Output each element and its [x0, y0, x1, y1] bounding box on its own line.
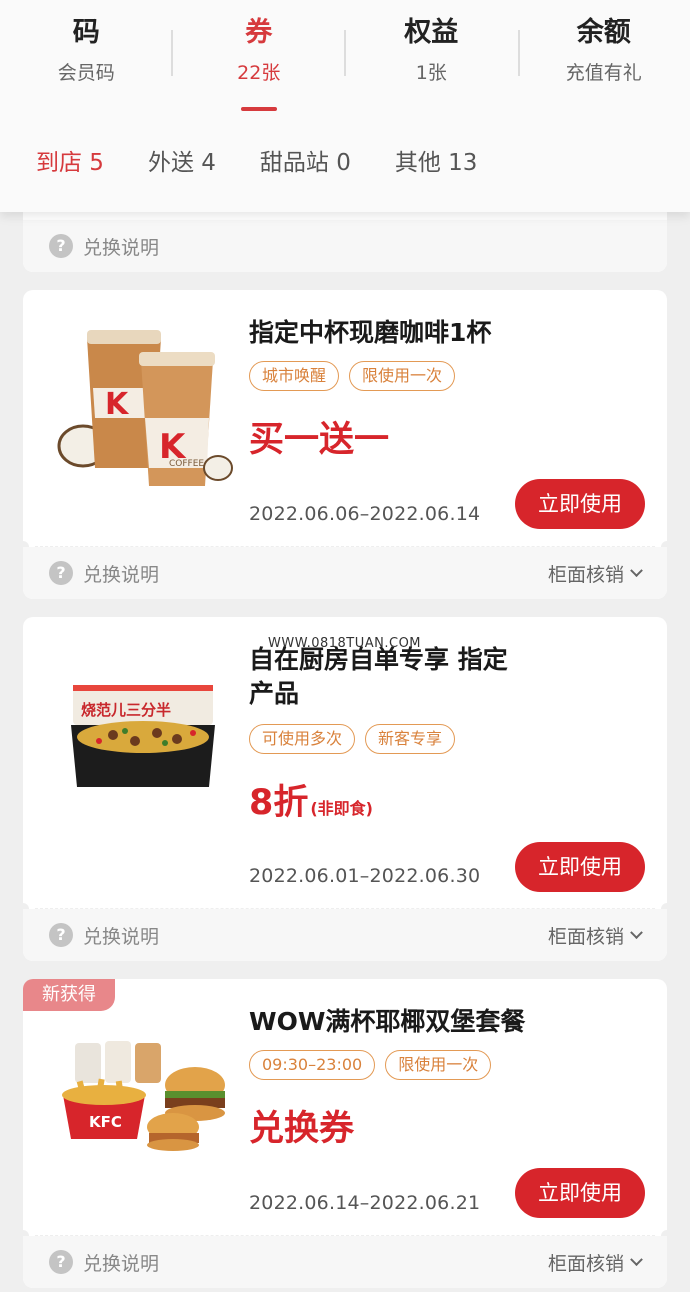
card-footer: ? 兑换说明 柜面核销	[23, 547, 667, 599]
tab-title: 余额	[576, 17, 631, 48]
card-footer: ? 兑换说明 柜面核销	[23, 1236, 667, 1288]
question-icon: ?	[49, 1250, 73, 1274]
redeem-help-label: 兑换说明	[83, 1252, 160, 1275]
coupon-title: 自在厨房自单专享 指定 产品	[249, 643, 508, 711]
coupon-title: 指定中杯现磨咖啡1杯	[249, 318, 492, 347]
watermark: WWW.0818TUAN.COM	[268, 636, 422, 651]
coupon-offer: 买一送一	[249, 418, 389, 462]
offer-text: 兑换券	[249, 1109, 355, 1149]
sub-tab-in-store[interactable]: 到店 5	[36, 143, 104, 183]
coupon-tag: 限使用一次	[385, 1050, 492, 1080]
chevron-down-icon	[630, 563, 643, 577]
chevron-down-icon	[630, 1252, 643, 1266]
coupon-tag: 新客专享	[365, 724, 456, 754]
tab-divider	[344, 30, 346, 76]
coupon-validity: 2022.06.01–2022.06.30	[249, 865, 481, 887]
tab-title: 券	[245, 17, 273, 48]
card-footer: ? 兑换说明 柜面核销	[23, 909, 667, 961]
coupon-validity: 2022.06.06–2022.06.14	[249, 503, 481, 525]
counter-verify-dropdown[interactable]: 柜面核销	[547, 1249, 643, 1275]
chevron-down-icon	[630, 925, 643, 939]
verify-label: 柜面核销	[547, 563, 624, 586]
sub-tab-other[interactable]: 其他 13	[395, 143, 478, 183]
verify-label: 柜面核销	[547, 1252, 624, 1275]
coupon-tags: 可使用多次 新客专享	[249, 724, 465, 754]
redeem-help-label: 兑换说明	[83, 925, 160, 948]
coupon-card: 新获得 KFC WOW满杯耶椰双堡套餐 09:30–23:00 限使用一次 兑换…	[23, 979, 667, 1288]
redeem-help[interactable]: ? 兑换说明	[49, 1249, 159, 1275]
coupon-offer: 8折 (非即食)	[249, 781, 373, 831]
verify-label: 柜面核销	[547, 925, 624, 948]
svg-text:COFFEE: COFFEE	[169, 459, 204, 469]
offer-text: 8折	[249, 783, 309, 823]
tab-subtitle: 会员码	[57, 62, 115, 84]
coffee-cups-image: K K COFFEE	[57, 330, 233, 486]
tab-divider	[518, 30, 520, 76]
counter-verify-dropdown[interactable]: 柜面核销	[547, 922, 643, 948]
active-tab-indicator	[240, 107, 277, 111]
redeem-help[interactable]: ? 兑换说明	[49, 233, 159, 259]
tab-member-code[interactable]: 码 会员码	[0, 0, 173, 120]
tab-title: 权益	[404, 17, 459, 48]
coupon-title: WOW满杯耶椰双堡套餐	[249, 1007, 526, 1036]
tab-subtitle: 充值有礼	[565, 62, 642, 84]
bucket-logo: KFC	[89, 1113, 122, 1131]
coupon-tag: 09:30–23:00	[249, 1050, 376, 1080]
coupon-tags: 城市唤醒 限使用一次	[249, 361, 465, 391]
counter-verify-dropdown[interactable]: 柜面核销	[547, 560, 643, 586]
coupon-tags: 09:30–23:00 限使用一次	[249, 1050, 501, 1080]
tab-coupons[interactable]: 券 22张	[173, 0, 346, 120]
question-icon: ?	[49, 561, 73, 585]
redeem-help[interactable]: ? 兑换说明	[49, 922, 159, 948]
rice-box-image: 烧范儿三分半	[71, 685, 215, 787]
coupon-card: 烧范儿三分半 自在厨房自单专享 指定 产品 可使用多次 新客专享 8折 (非即食)…	[23, 617, 667, 961]
coupon-validity: 2022.06.14–2022.06.21	[249, 1192, 481, 1214]
burger-combo-image: KFC	[62, 1041, 225, 1151]
tab-benefits[interactable]: 权益 1张	[345, 0, 518, 120]
question-icon: ?	[49, 234, 73, 258]
svg-text:K: K	[105, 387, 130, 422]
question-icon: ?	[49, 923, 73, 947]
offer-text: 买一送一	[249, 420, 390, 460]
coupon-tag: 限使用一次	[349, 361, 456, 391]
sub-tab-bar: 到店 5 外送 4 甜品站 0 其他 13	[36, 143, 521, 183]
tab-balance[interactable]: 余额 充值有礼	[518, 0, 690, 120]
redeem-help[interactable]: ? 兑换说明	[49, 560, 159, 586]
sub-tab-delivery[interactable]: 外送 4	[148, 143, 216, 183]
coupon-title-line: 产品	[249, 679, 300, 708]
use-now-button[interactable]: 立即使用	[515, 1168, 645, 1218]
redeem-help-label: 兑换说明	[83, 236, 160, 259]
coupon-tag: 城市唤醒	[249, 361, 340, 391]
tab-subtitle: 1张	[415, 62, 447, 84]
coupon-tag: 可使用多次	[249, 724, 356, 754]
tab-subtitle: 22张	[237, 62, 281, 84]
new-badge: 新获得	[23, 979, 115, 1011]
box-label: 烧范儿三分半	[81, 701, 171, 719]
sub-tab-dessert[interactable]: 甜品站 0	[260, 143, 351, 183]
coupon-header: 码 会员码 券 22张 权益 1张 余额 充值有礼 到店 5 外送 4 甜品站 …	[0, 0, 690, 212]
coupon-offer: 兑换券	[249, 1107, 354, 1151]
use-now-button[interactable]: 立即使用	[515, 842, 645, 892]
coupon-card: K K COFFEE 指定中杯现磨咖啡1杯 城市唤醒 限使用一次 买一送一 20…	[23, 290, 667, 599]
offer-note: (非即食)	[310, 799, 373, 818]
use-now-button[interactable]: 立即使用	[515, 479, 645, 529]
tab-divider	[171, 30, 173, 76]
redeem-help-label: 兑换说明	[83, 563, 160, 586]
card-footer: ? 兑换说明	[23, 220, 667, 272]
tab-title: 码	[72, 17, 100, 48]
